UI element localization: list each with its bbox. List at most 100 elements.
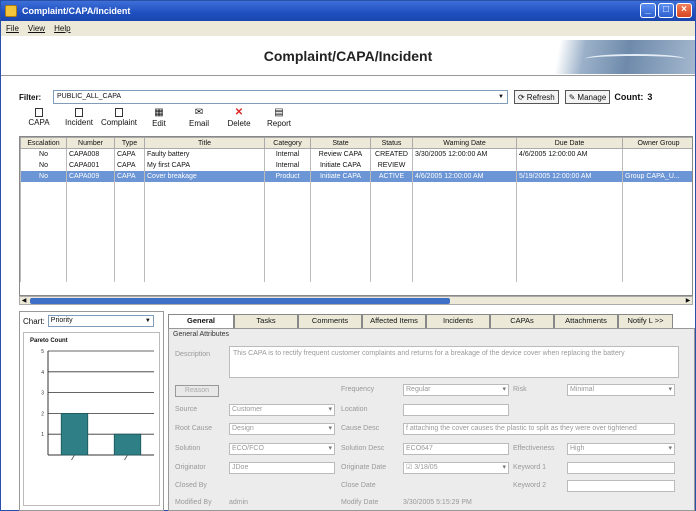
keyword2-field[interactable]: [567, 480, 675, 492]
edit-button[interactable]: ▦ Edit: [139, 108, 179, 136]
bar: [113, 433, 142, 456]
menu-help[interactable]: Help: [54, 24, 70, 33]
location-field[interactable]: [403, 404, 509, 416]
reason-button[interactable]: Reason: [175, 385, 219, 397]
scrollbar-thumb[interactable]: [30, 298, 450, 304]
tab-incidents[interactable]: Incidents: [426, 314, 490, 328]
keyword2-label: Keyword 2: [513, 482, 547, 489]
col-number[interactable]: Number: [66, 137, 115, 149]
chevron-down-icon: ▼: [144, 318, 151, 324]
col-warning-date[interactable]: Warning Date: [412, 137, 517, 149]
refresh-button[interactable]: ⟳ Refresh: [514, 90, 559, 104]
header-banner: Complaint/CAPA/Incident: [1, 36, 695, 76]
tool-label: Edit: [152, 119, 166, 128]
col-type[interactable]: Type: [114, 137, 145, 149]
cell: No: [20, 159, 67, 171]
originator-field[interactable]: JDoe: [229, 462, 335, 474]
tab-general[interactable]: General: [168, 314, 234, 328]
chart-svg: 1 2 3 4 5: [41, 349, 154, 461]
originate-date-field[interactable]: ☑ 3/18/05: [403, 462, 509, 474]
tab-comments[interactable]: Comments: [298, 314, 362, 328]
refresh-label: Refresh: [526, 92, 555, 102]
cause-desc-field[interactable]: f attaching the cover causes the plastic…: [403, 423, 675, 435]
col-escalation[interactable]: Escalation: [20, 137, 67, 149]
originate-date-label: Originate Date: [341, 464, 387, 471]
cell: My first CAPA: [144, 159, 265, 171]
col-state[interactable]: State: [310, 137, 371, 149]
cell: CAPA: [114, 148, 145, 160]
new-doc-icon: [115, 108, 123, 117]
minimize-button[interactable]: _: [640, 3, 656, 18]
col-due-date[interactable]: Due Date: [516, 137, 623, 149]
menu-file[interactable]: File: [6, 24, 19, 33]
solution-select[interactable]: ECO/FCO: [229, 443, 335, 455]
description-field[interactable]: This CAPA is to rectify frequent custome…: [229, 346, 679, 378]
table-row[interactable]: No CAPA008 CAPA Faulty battery Internal …: [20, 148, 692, 160]
email-button[interactable]: ✉ Email: [179, 108, 219, 136]
frequency-label: Frequency: [341, 386, 375, 393]
close-button[interactable]: ×: [676, 3, 692, 18]
filter-label: Filter:: [19, 92, 42, 102]
keyword1-label: Keyword 1: [513, 464, 547, 471]
cell: REVIEW: [370, 159, 413, 171]
cell: 4/6/2005 12:00:00 AM: [516, 148, 623, 160]
cell: CAPA009: [66, 170, 115, 182]
root-cause-select[interactable]: Design: [229, 423, 335, 435]
col-title[interactable]: Title: [144, 137, 265, 149]
originate-date-value: 3/18/05: [414, 464, 438, 471]
keyword1-field[interactable]: [567, 462, 675, 474]
tab-attachments[interactable]: Attachments: [554, 314, 618, 328]
new-doc-icon: [35, 108, 43, 117]
effectiveness-select[interactable]: High: [567, 443, 675, 455]
tab-capas[interactable]: CAPAs: [490, 314, 554, 328]
cell: [622, 159, 692, 171]
source-label: Source: [175, 406, 198, 413]
app-window: Complaint/CAPA/Incident _ □ × File View …: [0, 0, 696, 511]
report-icon: ▤: [274, 107, 284, 118]
root-cause-label: Root Cause: [175, 425, 212, 432]
new-capa-button[interactable]: CAPA: [19, 108, 59, 136]
risk-select[interactable]: Minimal: [567, 384, 675, 396]
table-row[interactable]: No CAPA001 CAPA My first CAPA Internal I…: [20, 159, 692, 171]
col-status[interactable]: Status: [370, 137, 413, 149]
modify-date-value: 3/30/2005 5:15:29 PM: [403, 499, 472, 506]
cell: CAPA001: [66, 159, 115, 171]
frequency-select[interactable]: Regular: [403, 384, 509, 396]
window-title: Complaint/CAPA/Incident: [22, 6, 131, 16]
delete-button[interactable]: ✕ Delete: [219, 108, 259, 136]
edit-icon: ▦: [154, 107, 164, 118]
chart-selector-row: Chart: Priority ▼: [20, 312, 163, 330]
chart-panel: Chart: Priority ▼ Pareto Count 12345: [19, 311, 164, 511]
table-row-selected[interactable]: No CAPA009 CAPA Cover breakage Product I…: [20, 170, 692, 182]
bar: [60, 413, 89, 456]
manage-button[interactable]: ✎ Manage: [564, 90, 611, 104]
new-incident-button[interactable]: Incident: [59, 108, 99, 136]
filter-select[interactable]: PUBLIC_ALL_CAPA ▼: [53, 90, 508, 104]
solution-desc-field[interactable]: ECO647: [403, 443, 509, 455]
scroll-left-icon[interactable]: ◀: [20, 297, 28, 305]
close-date-label: Close Date: [341, 482, 376, 489]
new-complaint-button[interactable]: Complaint: [99, 108, 139, 136]
chevron-down-icon: ▼: [498, 94, 504, 100]
window-controls: _ □ ×: [640, 3, 692, 18]
chart-type-select[interactable]: Priority ▼: [47, 315, 154, 327]
tab-affected-items[interactable]: Affected Items: [362, 314, 426, 328]
tab-notify[interactable]: Notify L >>: [618, 314, 673, 328]
source-select[interactable]: Customer: [229, 404, 335, 416]
tool-label: Report: [266, 119, 291, 128]
checkbox-icon[interactable]: ☑: [406, 464, 412, 471]
report-button[interactable]: ▤ Report: [259, 108, 299, 136]
col-owner-group[interactable]: Owner Group: [622, 137, 692, 149]
y-tick-label: 1: [41, 432, 44, 438]
tab-tasks[interactable]: Tasks: [234, 314, 298, 328]
title-bar: Complaint/CAPA/Incident _ □ ×: [1, 1, 695, 21]
originator-label: Originator: [175, 464, 206, 471]
scroll-right-icon[interactable]: ▶: [684, 297, 692, 305]
general-panel: General Attributes Description This CAPA…: [168, 328, 695, 511]
col-category[interactable]: Category: [264, 137, 311, 149]
menu-view[interactable]: View: [28, 24, 45, 33]
horizontal-scrollbar[interactable]: ◀ ▶: [19, 296, 693, 305]
app-icon: [5, 5, 17, 17]
y-tick-label: 5: [41, 349, 44, 355]
maximize-button[interactable]: □: [658, 3, 674, 18]
